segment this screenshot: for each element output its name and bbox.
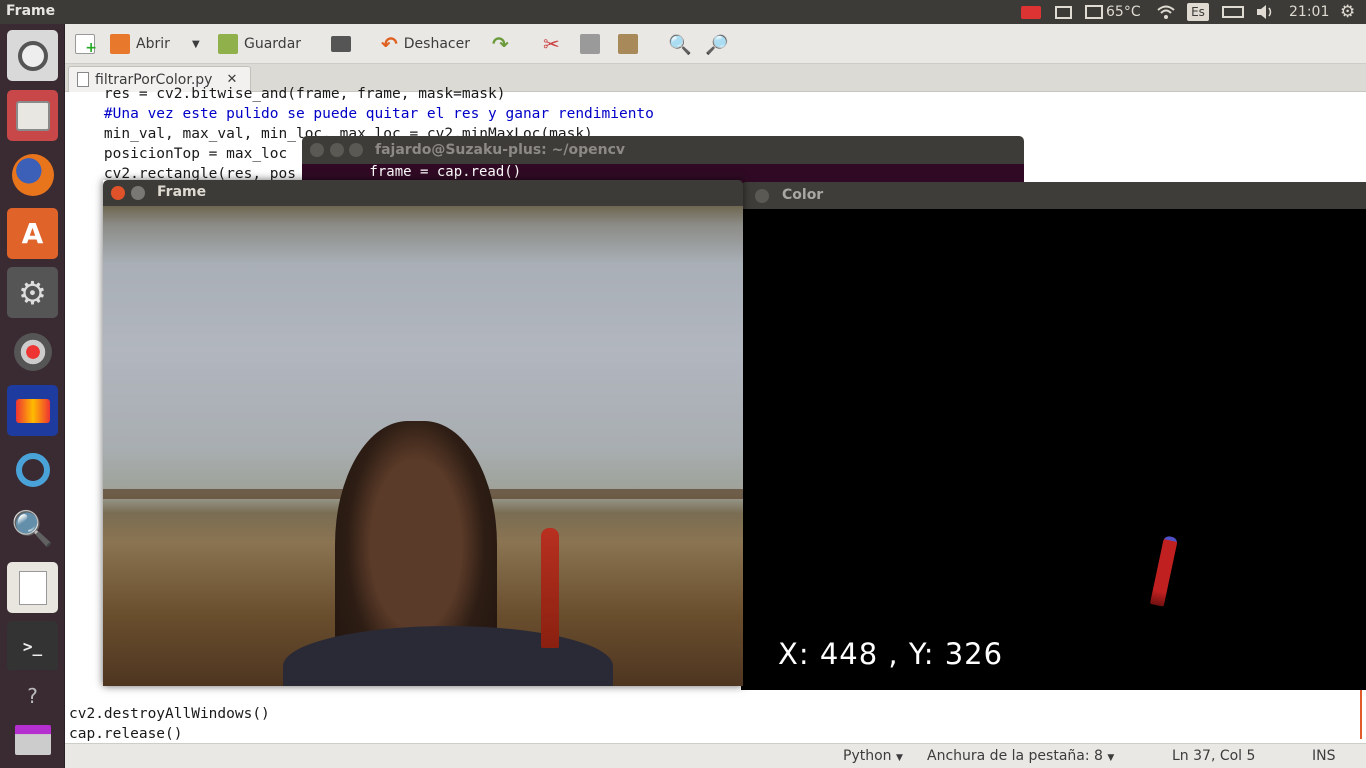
color-window-title: Color — [782, 187, 824, 203]
new-file-icon: + — [75, 34, 97, 56]
code-line: posicionTop = max_loc — [69, 146, 288, 162]
code-line: cv2.destroyAllWindows() — [69, 706, 270, 722]
text-editor-icon[interactable] — [7, 562, 58, 613]
drive-icon[interactable] — [1055, 3, 1072, 21]
code-line: cap.release() — [69, 726, 183, 742]
scroll-indicator[interactable] — [1360, 689, 1362, 739]
coordinate-readout: X: 448 , Y: 326 — [778, 637, 1004, 671]
redo-button[interactable]: ↷ — [492, 32, 509, 56]
tab-width-label: Anchura de la pestaña: 8 — [927, 748, 1103, 764]
cursor-position: Ln 37, Col 5 — [1172, 748, 1256, 764]
launcher: A ⚙ 🔍 >_ ? — [0, 24, 65, 768]
backup-app-icon[interactable] — [7, 444, 58, 495]
undo-button[interactable]: ↶ Deshacer — [381, 32, 470, 56]
print-button[interactable] — [331, 32, 351, 56]
code-line: res = cv2.bitwise_and(frame, frame, mask… — [69, 86, 506, 102]
copy-icon — [580, 34, 600, 54]
system-settings-icon[interactable]: ⚙ — [7, 267, 58, 318]
insert-mode: INS — [1312, 748, 1336, 764]
firefox-icon[interactable] — [7, 149, 58, 200]
cpu-temperature-indicator[interactable]: 65°C — [1085, 3, 1141, 21]
files-icon[interactable] — [7, 90, 58, 141]
save-button[interactable]: Guardar — [218, 32, 301, 56]
person-shoulders — [283, 626, 613, 686]
frame-window[interactable]: Frame — [103, 180, 743, 686]
dash-home-icon[interactable] — [7, 30, 58, 81]
language-label: Python — [843, 748, 892, 764]
molecule-app-icon[interactable] — [7, 326, 58, 377]
detected-red-object — [1149, 535, 1179, 607]
wifi-icon[interactable] — [1156, 3, 1176, 21]
chevron-down-icon: ▼ — [1107, 753, 1115, 763]
cpu-icon — [1085, 5, 1103, 19]
maximize-icon[interactable] — [349, 143, 363, 157]
undo-arrow-icon: ↶ — [381, 32, 398, 56]
record-indicator-icon[interactable] — [1021, 3, 1041, 21]
undo-label: Deshacer — [403, 36, 470, 52]
clipboard-icon — [618, 34, 638, 54]
open-label: Abrir — [136, 36, 170, 52]
terminal-titlebar[interactable]: fajardo@Suzaku-plus: ~/opencv — [302, 136, 1024, 164]
tab-width-selector[interactable]: Anchura de la pestaña: 8 ▼ — [927, 748, 1114, 764]
replace-button[interactable]: 🔎 — [705, 32, 729, 56]
minimize-icon[interactable] — [755, 189, 769, 203]
paste-button[interactable] — [618, 32, 638, 56]
editor-toolbar: + Abrir ▼ Guardar ↶ Deshacer ↷ ✂ 🔍 🔎 — [65, 24, 1366, 64]
close-icon[interactable] — [111, 186, 125, 200]
audacity-icon[interactable] — [7, 385, 58, 436]
software-center-icon[interactable]: A — [7, 208, 58, 259]
open-folder-icon — [110, 34, 130, 54]
battery-icon[interactable] — [1222, 3, 1244, 21]
open-dropdown-arrow-icon[interactable]: ▼ — [192, 32, 200, 56]
save-icon — [218, 34, 238, 54]
system-gear-icon[interactable]: ⚙ — [1340, 2, 1355, 22]
code-comment-line: #Una vez este pulido se puede quitar el … — [69, 106, 654, 122]
minimize-icon[interactable] — [330, 143, 344, 157]
cut-button[interactable]: ✂ — [543, 32, 560, 56]
search-magnifier-icon[interactable]: 🔍 — [7, 503, 58, 554]
active-app-title: Frame — [6, 3, 56, 19]
chevron-down-icon: ▼ — [895, 753, 903, 763]
save-label: Guardar — [244, 36, 302, 52]
find-replace-icon: 🔎 — [705, 33, 729, 56]
red-object — [541, 528, 559, 648]
color-window[interactable]: Color X: 448 , Y: 326 — [741, 182, 1366, 690]
printer-icon — [331, 36, 351, 52]
scissors-icon: ✂ — [543, 32, 560, 56]
workspaces-icon[interactable] — [7, 714, 58, 765]
status-bar: Python ▼ Anchura de la pestaña: 8 ▼ Ln 3… — [65, 743, 1366, 768]
minimize-icon[interactable] — [131, 186, 145, 200]
top-panel: Frame 65°C Es 21:01 ⚙ — [0, 0, 1366, 24]
new-document-button[interactable]: + — [75, 32, 97, 56]
open-button[interactable]: Abrir — [110, 32, 170, 56]
copy-button[interactable] — [580, 32, 600, 56]
terminal-line: frame = cap.read() — [302, 164, 522, 180]
color-mask-view: X: 448 , Y: 326 — [741, 209, 1366, 690]
clock[interactable]: 21:01 — [1289, 3, 1329, 21]
find-button[interactable]: 🔍 — [668, 32, 692, 56]
camera-feed — [103, 206, 743, 686]
frame-titlebar[interactable]: Frame — [103, 180, 743, 206]
terminal-icon[interactable]: >_ — [7, 621, 58, 672]
color-titlebar[interactable]: Color — [741, 182, 1366, 209]
volume-icon[interactable] — [1255, 3, 1275, 21]
redo-arrow-icon: ↷ — [492, 32, 509, 56]
terminal-title: fajardo@Suzaku-plus: ~/opencv — [375, 142, 626, 158]
frame-window-title: Frame — [157, 184, 207, 200]
keyboard-layout-indicator[interactable]: Es — [1187, 3, 1209, 21]
close-icon[interactable] — [310, 143, 324, 157]
temperature-label: 65°C — [1106, 4, 1141, 20]
language-selector[interactable]: Python ▼ — [843, 748, 903, 764]
magnifier-icon: 🔍 — [668, 33, 692, 56]
